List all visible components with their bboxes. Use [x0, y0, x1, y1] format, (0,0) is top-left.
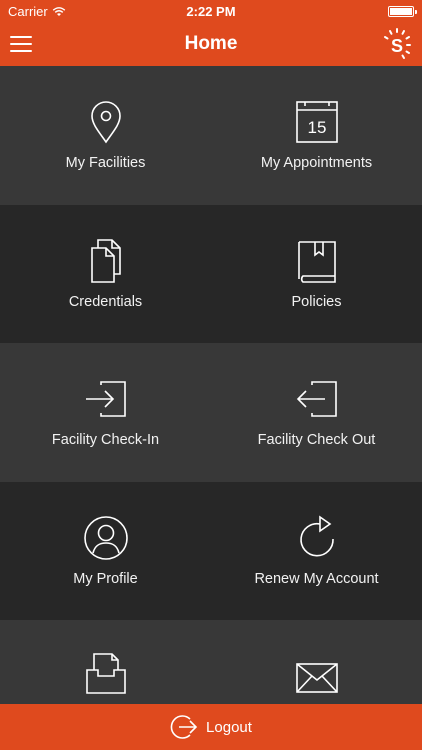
tile-credentials[interactable]: Credentials: [0, 204, 211, 343]
tile-label: Facility Check Out: [257, 432, 376, 449]
tile-policies[interactable]: Policies: [211, 204, 422, 343]
calendar-day: 15: [307, 118, 326, 137]
carrier-label: Carrier: [8, 3, 48, 19]
tile-label: Policies: [291, 293, 342, 310]
menu-line: [10, 50, 32, 52]
logo-letter: S: [391, 36, 403, 56]
logout-button[interactable]: Logout: [0, 704, 422, 750]
tile-my-facilities[interactable]: My Facilities: [0, 66, 211, 205]
brand-logo-icon: S: [384, 28, 411, 59]
check-in-icon: [85, 381, 126, 418]
status-left: Carrier: [8, 4, 66, 19]
mail-icon: [295, 663, 338, 693]
documents-icon: [90, 238, 121, 283]
tile-facility-check-out[interactable]: Facility Check Out: [211, 343, 422, 482]
menu-line: [10, 36, 32, 38]
renew-icon: [299, 515, 334, 557]
home-grid: My Facilities 15 My Appointments Credent…: [0, 66, 422, 704]
location-pin-icon: [90, 101, 121, 144]
tile-label: My Profile: [73, 570, 138, 587]
calendar-icon: 15: [295, 101, 338, 144]
tile-my-appointments[interactable]: 15 My Appointments: [211, 66, 422, 205]
tile-label: My Appointments: [260, 155, 373, 172]
tile-my-profile[interactable]: My Profile: [0, 481, 211, 620]
logout-icon: [170, 715, 198, 739]
tile-mail[interactable]: [211, 620, 422, 704]
tile-label: Renew My Account: [254, 570, 379, 587]
book-icon: [297, 240, 336, 283]
status-bar: Carrier 2:22 PM: [0, 0, 422, 22]
tile-facility-check-in[interactable]: Facility Check-In: [0, 343, 211, 482]
profile-icon: [83, 515, 128, 560]
page-title: Home: [184, 33, 238, 54]
wifi-icon: [52, 6, 65, 16]
menu-line: [10, 43, 32, 45]
nav-bar: Home S: [0, 22, 422, 66]
hamburger-menu-button[interactable]: [10, 33, 32, 55]
tile-inbox[interactable]: [0, 620, 211, 704]
tile-label: Credentials: [68, 293, 143, 310]
inbox-icon: [85, 653, 126, 694]
logout-label: Logout: [206, 718, 252, 736]
tile-label: Facility Check-In: [51, 432, 160, 449]
battery-icon: [388, 5, 417, 17]
check-out-icon: [296, 381, 337, 418]
tile-label: My Facilities: [65, 155, 146, 172]
tile-renew-my-account[interactable]: Renew My Account: [211, 481, 422, 620]
